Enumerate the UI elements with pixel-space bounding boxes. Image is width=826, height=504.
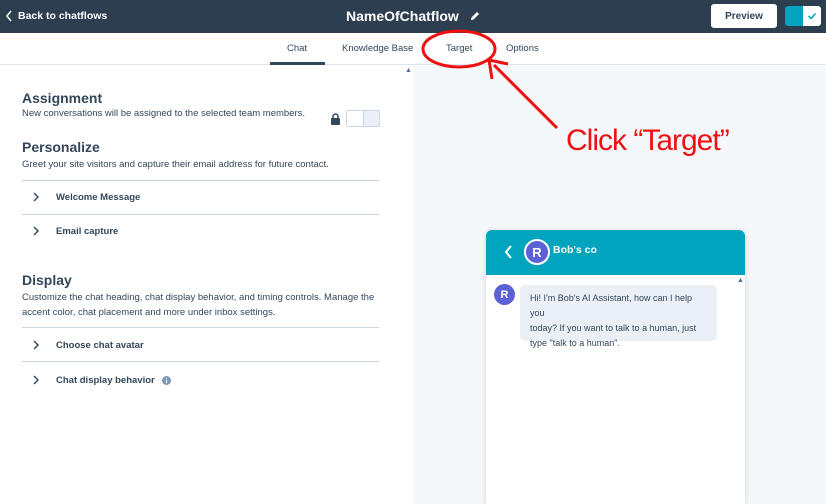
active-tab-indicator	[270, 62, 325, 65]
avatar: R	[524, 239, 550, 265]
message-line: Hi! I'm Bob's AI Assistant, how can I he…	[530, 293, 693, 318]
personalize-description: Greet your site visitors and capture the…	[22, 159, 329, 170]
pencil-icon[interactable]	[469, 10, 481, 22]
email-capture-row[interactable]: Email capture	[22, 221, 379, 241]
display-description-line2: accent color, chat placement and more un…	[22, 307, 276, 318]
welcome-message-label: Welcome Message	[56, 191, 141, 203]
checkmark-icon	[807, 12, 817, 20]
email-capture-label: Email capture	[56, 225, 119, 237]
chat-header: R Bob's co	[486, 230, 745, 275]
chevron-left-icon[interactable]	[504, 244, 514, 260]
annotation-text: Click “Target”	[566, 124, 730, 157]
page-title: NameOfChatflow	[346, 8, 459, 24]
choose-chat-avatar-label: Choose chat avatar	[56, 339, 144, 351]
assignment-toggle[interactable]	[346, 110, 380, 127]
bot-avatar: R	[494, 284, 515, 305]
tab-target[interactable]: Target	[446, 43, 472, 54]
chat-display-behavior-label: Chat display behavior	[56, 374, 155, 386]
tab-options[interactable]: Options	[506, 43, 539, 54]
divider	[22, 180, 379, 181]
toggle-knob	[347, 111, 364, 126]
lock-icon	[331, 113, 340, 125]
back-label: Back to chatflows	[18, 10, 108, 22]
message-line: today? If you want to talk to a human, j…	[530, 323, 697, 333]
welcome-message-row[interactable]: Welcome Message	[22, 187, 379, 207]
tab-chat[interactable]: Chat	[287, 43, 307, 54]
chat-display-behavior-row[interactable]: Chat display behavior	[22, 370, 379, 390]
divider	[22, 327, 379, 328]
toggle-knob	[803, 6, 821, 26]
display-title: Display	[22, 272, 72, 288]
info-icon[interactable]	[161, 375, 171, 385]
tab-bar: Chat Knowledge Base Target Options	[0, 33, 826, 65]
chevron-right-icon	[33, 192, 39, 202]
top-bar: Back to chatflows NameOfChatflow Preview	[0, 0, 826, 33]
preview-button[interactable]: Preview	[711, 4, 777, 28]
divider	[22, 361, 379, 362]
choose-chat-avatar-row[interactable]: Choose chat avatar	[22, 335, 379, 355]
scroll-up-arrow[interactable]: ▲	[405, 67, 412, 74]
tab-knowledge-base[interactable]: Knowledge Base	[342, 43, 413, 54]
back-to-chatflows-link[interactable]: Back to chatflows	[4, 9, 107, 23]
assignment-description: New conversations will be assigned to th…	[22, 108, 306, 119]
chat-widget-preview: R Bob's co ▲ R Hi! I'm Bob's AI Assistan…	[486, 230, 745, 504]
message-line: type "talk to a human".	[530, 338, 620, 348]
publish-toggle[interactable]	[785, 6, 821, 26]
toggle-on-side	[785, 6, 803, 26]
assignment-title: Assignment	[22, 90, 103, 106]
chevron-right-icon	[33, 340, 39, 350]
chevron-left-icon	[5, 10, 12, 22]
chat-scroll-up-arrow[interactable]: ▲	[737, 277, 744, 284]
display-description-line1: Customize the chat heading, chat display…	[22, 292, 375, 303]
personalize-title: Personalize	[22, 139, 100, 155]
chevron-right-icon	[33, 375, 39, 385]
chevron-right-icon	[33, 226, 39, 236]
chat-message-bubble: Hi! I'm Bob's AI Assistant, how can I he…	[520, 285, 717, 348]
divider	[22, 214, 379, 215]
chat-company-name: Bob's co	[553, 244, 597, 256]
